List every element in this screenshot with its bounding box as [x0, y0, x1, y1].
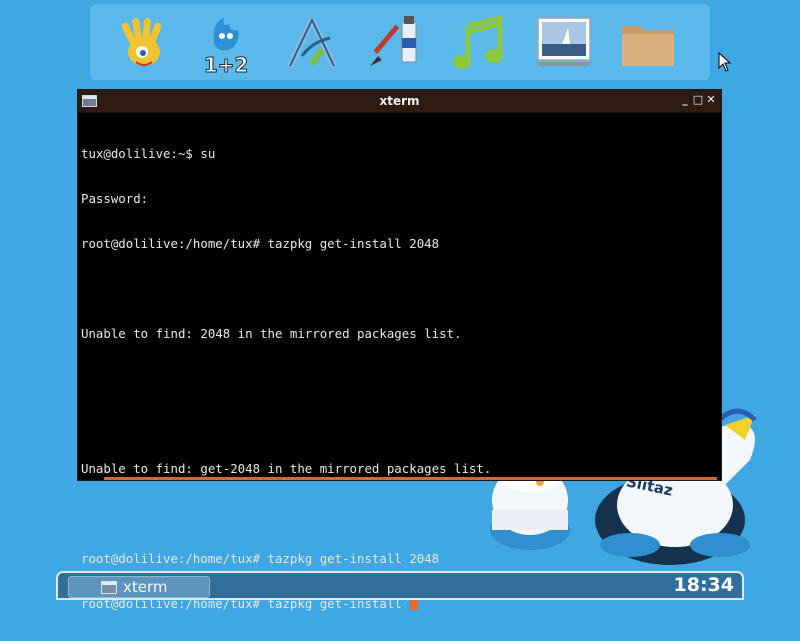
taskbar: xterm 18:34: [56, 571, 744, 600]
terminal-line: root@dolilive:/home/tux# tazpkg get-inst…: [81, 236, 440, 251]
close-button[interactable]: ✕: [705, 93, 717, 107]
image-viewer-icon[interactable]: [532, 12, 596, 76]
window-titlebar[interactable]: xterm _ □ ✕: [78, 90, 721, 113]
mouse-pointer-icon: [718, 52, 732, 72]
minimize-button[interactable]: _: [679, 93, 691, 107]
clock[interactable]: 18:34: [674, 573, 734, 598]
terminal-line: root@dolilive:/home/tux# tazpkg get-inst…: [81, 551, 440, 566]
taskbar-item-label: xterm: [123, 578, 168, 596]
maximize-button[interactable]: □: [692, 93, 704, 107]
terminal-window-icon: [101, 581, 117, 594]
terminal-bottom-border: [104, 477, 717, 480]
xterm-window[interactable]: xterm _ □ ✕ tux@dolilive:~$ su Password:…: [77, 89, 722, 611]
terminal-line: Unable to find: 2048 in the mirrored pac…: [81, 326, 462, 341]
terminal-line: Password:: [81, 191, 149, 206]
terminal-line: tux@dolilive:~$ su: [81, 146, 216, 161]
vector-graphics-icon[interactable]: [280, 12, 344, 76]
math-game-icon[interactable]: 1+2: [194, 12, 258, 76]
paint-brush-icon[interactable]: [362, 12, 426, 76]
math-game-label: 1+2: [204, 53, 249, 76]
terminal-output[interactable]: tux@dolilive:~$ su Password: root@dolili…: [81, 116, 718, 611]
folder-icon[interactable]: [616, 12, 680, 76]
hand-wave-icon[interactable]: [112, 12, 176, 76]
window-title: xterm: [379, 94, 420, 108]
terminal-line: Unable to find: get-2048 in the mirrored…: [81, 461, 492, 476]
application-dock: 1+2: [90, 4, 710, 80]
music-note-icon[interactable]: [446, 12, 510, 76]
taskbar-item-xterm[interactable]: xterm: [68, 576, 210, 598]
